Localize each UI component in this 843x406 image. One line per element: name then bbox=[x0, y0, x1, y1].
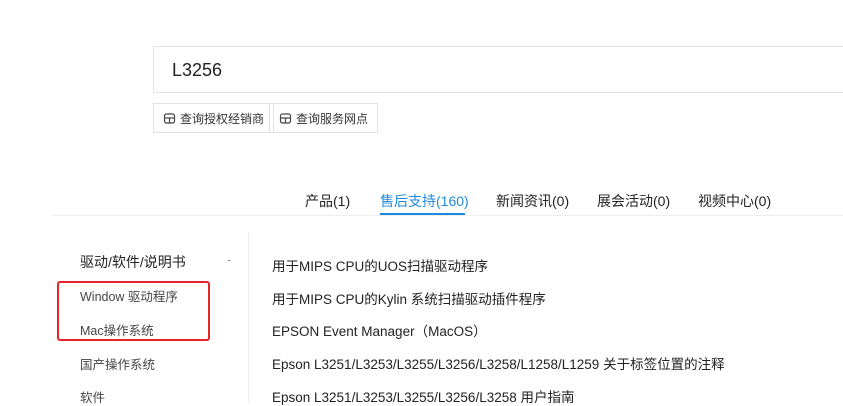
result-item-3[interactable]: EPSON Event Manager（MacOS） bbox=[272, 320, 487, 340]
sidebar-section-title[interactable]: 驱动/软件/说明书 bbox=[80, 252, 186, 272]
highlight-annotation bbox=[57, 281, 210, 341]
tab-news[interactable]: 新闻资讯(0) bbox=[496, 191, 569, 211]
store-icon bbox=[163, 112, 176, 125]
tab-events[interactable]: 展会活动(0) bbox=[597, 191, 670, 211]
result-item-2[interactable]: 用于MIPS CPU的Kylin 系统扫描驱动插件程序 bbox=[272, 288, 546, 308]
find-dealer-button[interactable]: 查询授权经销商 bbox=[153, 103, 275, 133]
search-input[interactable]: L3256 bbox=[153, 46, 843, 93]
result-item-4[interactable]: Epson L3251/L3253/L3255/L3256/L3258/L125… bbox=[272, 353, 725, 373]
find-service-point-button[interactable]: 查询服务网点 bbox=[269, 103, 379, 133]
find-dealer-label: 查询授权经销商 bbox=[180, 111, 265, 126]
collapse-icon[interactable]: - bbox=[227, 252, 231, 267]
tab-videos[interactable]: 视频中心(0) bbox=[698, 191, 771, 211]
sidebar-item-domestic-os[interactable]: 国产操作系统 bbox=[80, 354, 155, 373]
tab-support[interactable]: 售后支持(160) bbox=[380, 191, 469, 211]
sidebar-item-software[interactable]: 软件 bbox=[80, 387, 105, 406]
store-icon bbox=[279, 112, 292, 125]
result-item-1[interactable]: 用于MIPS CPU的UOS扫描驱动程序 bbox=[272, 255, 488, 275]
result-tabs: 产品(1) 售后支持(160) 新闻资讯(0) 展会活动(0) 视频中心(0) bbox=[52, 185, 843, 216]
search-value: L3256 bbox=[172, 60, 223, 80]
find-service-point-label: 查询服务网点 bbox=[296, 111, 369, 126]
tab-products[interactable]: 产品(1) bbox=[305, 191, 350, 211]
result-item-5[interactable]: Epson L3251/L3253/L3255/L3256/L3258 用户指南 bbox=[272, 386, 574, 406]
active-tab-indicator bbox=[380, 213, 465, 215]
